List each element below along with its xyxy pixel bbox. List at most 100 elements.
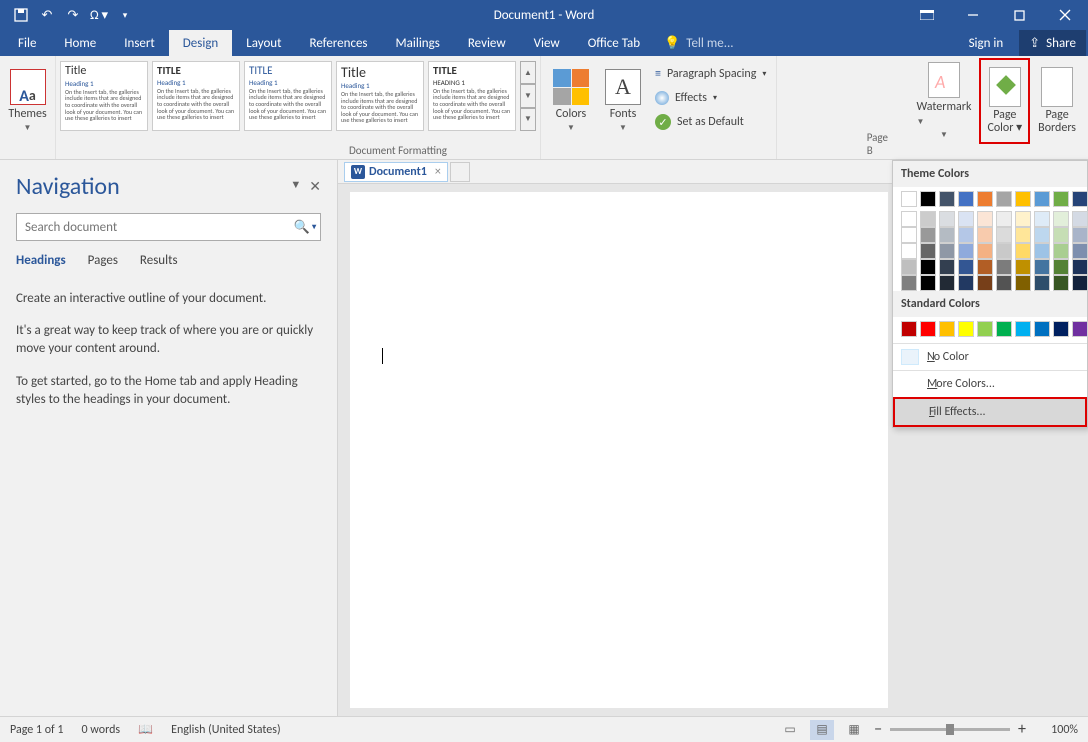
color-swatch[interactable]: [996, 211, 1012, 227]
tab-file[interactable]: File: [4, 30, 50, 56]
color-swatch[interactable]: [1053, 275, 1069, 291]
zoom-in-icon[interactable]: +: [1018, 720, 1026, 739]
color-swatch[interactable]: [901, 321, 917, 337]
themes-button[interactable]: Aa Themes ▼: [0, 58, 54, 144]
color-swatch[interactable]: [1015, 321, 1031, 337]
status-language[interactable]: English (United States): [171, 723, 281, 737]
style-set-item[interactable]: TitleHeading 1On the Insert tab, the gal…: [336, 61, 424, 131]
color-swatch[interactable]: [1053, 211, 1069, 227]
color-swatch[interactable]: [920, 259, 936, 275]
set-as-default-button[interactable]: ✓Set as Default: [649, 110, 772, 134]
color-swatch[interactable]: [901, 227, 917, 243]
color-swatch[interactable]: [996, 321, 1012, 337]
gallery-expand[interactable]: ▼: [520, 108, 536, 131]
color-swatch[interactable]: [1034, 211, 1050, 227]
color-swatch[interactable]: [977, 211, 993, 227]
color-swatch[interactable]: [1034, 243, 1050, 259]
color-swatch[interactable]: [958, 211, 974, 227]
watermark-button[interactable]: A Watermark▼▼: [909, 58, 980, 144]
search-input[interactable]: [17, 214, 290, 240]
tab-design[interactable]: Design: [169, 30, 232, 56]
zoom-slider[interactable]: [890, 728, 1010, 731]
color-swatch[interactable]: [958, 243, 974, 259]
maximize-icon[interactable]: [996, 0, 1042, 30]
color-swatch[interactable]: [1034, 191, 1050, 207]
color-swatch[interactable]: [1072, 227, 1088, 243]
color-swatch[interactable]: [939, 259, 955, 275]
color-swatch[interactable]: [996, 275, 1012, 291]
style-set-gallery[interactable]: TitleHeading 1On the Insert tab, the gal…: [60, 58, 536, 131]
tab-view[interactable]: View: [520, 30, 574, 56]
color-swatch[interactable]: [1015, 243, 1031, 259]
save-icon[interactable]: [8, 2, 34, 28]
share-button[interactable]: ⇪ Share: [1019, 30, 1086, 56]
color-swatch[interactable]: [977, 227, 993, 243]
fonts-button[interactable]: A Fonts▼: [597, 58, 649, 144]
color-swatch[interactable]: [977, 321, 993, 337]
color-swatch[interactable]: [920, 243, 936, 259]
color-swatch[interactable]: [920, 227, 936, 243]
color-swatch[interactable]: [920, 211, 936, 227]
style-set-item[interactable]: TITLEHeading 1On the Insert tab, the gal…: [152, 61, 240, 131]
redo-icon[interactable]: ↷: [60, 2, 86, 28]
style-set-item[interactable]: TITLEHeading 1On the Insert tab, the gal…: [244, 61, 332, 131]
color-swatch[interactable]: [1072, 243, 1088, 259]
tab-references[interactable]: References: [296, 30, 382, 56]
color-swatch[interactable]: [901, 191, 917, 207]
style-set-item[interactable]: TitleHeading 1On the Insert tab, the gal…: [60, 61, 148, 131]
zoom-level[interactable]: 100%: [1034, 723, 1078, 737]
nav-tab-results[interactable]: Results: [140, 253, 178, 268]
color-swatch[interactable]: [996, 191, 1012, 207]
color-swatch[interactable]: [996, 259, 1012, 275]
color-swatch[interactable]: [1072, 211, 1088, 227]
tab-insert[interactable]: Insert: [110, 30, 169, 56]
color-swatch[interactable]: [1015, 275, 1031, 291]
color-swatch[interactable]: [901, 211, 917, 227]
close-icon[interactable]: [1042, 0, 1088, 30]
color-swatch[interactable]: [958, 227, 974, 243]
web-layout-icon[interactable]: ▦: [842, 720, 866, 740]
status-page[interactable]: Page 1 of 1: [10, 723, 64, 737]
color-swatch[interactable]: [901, 275, 917, 291]
color-swatch[interactable]: [939, 227, 955, 243]
no-color-item[interactable]: No Color: [893, 343, 1087, 370]
color-swatch[interactable]: [939, 275, 955, 291]
color-swatch[interactable]: [939, 191, 955, 207]
effects-button[interactable]: Effects▾: [649, 86, 772, 110]
search-icon[interactable]: 🔍▾: [290, 214, 320, 240]
color-swatch[interactable]: [958, 259, 974, 275]
color-swatch[interactable]: [1015, 227, 1031, 243]
tab-review[interactable]: Review: [454, 30, 520, 56]
color-swatch[interactable]: [958, 321, 974, 337]
color-swatch[interactable]: [977, 191, 993, 207]
color-swatch[interactable]: [1053, 227, 1069, 243]
minimize-icon[interactable]: [950, 0, 996, 30]
color-swatch[interactable]: [1034, 227, 1050, 243]
color-swatch[interactable]: [977, 243, 993, 259]
document-tab[interactable]: W Document1 ×: [344, 162, 448, 182]
read-mode-icon[interactable]: ▭: [778, 720, 802, 740]
color-swatch[interactable]: [1072, 191, 1088, 207]
page-color-button[interactable]: PageColor ▾: [979, 58, 1030, 144]
tab-home[interactable]: Home: [50, 30, 110, 56]
gallery-scroll-up[interactable]: ▲: [520, 61, 536, 84]
color-swatch[interactable]: [920, 275, 936, 291]
color-swatch[interactable]: [1072, 275, 1088, 291]
omega-icon[interactable]: Ω ▾: [86, 2, 112, 28]
undo-icon[interactable]: ↶: [34, 2, 60, 28]
color-swatch[interactable]: [1053, 243, 1069, 259]
style-set-item[interactable]: TITLEHEADING 1On the Insert tab, the gal…: [428, 61, 516, 131]
print-layout-icon[interactable]: ▤: [810, 720, 834, 740]
tab-mailings[interactable]: Mailings: [382, 30, 454, 56]
nav-tab-headings[interactable]: Headings: [16, 253, 66, 268]
color-swatch[interactable]: [939, 243, 955, 259]
color-swatch[interactable]: [1034, 275, 1050, 291]
tell-me-search[interactable]: 💡 Tell me...: [654, 30, 743, 56]
color-swatch[interactable]: [920, 191, 936, 207]
color-swatch[interactable]: [996, 227, 1012, 243]
color-swatch[interactable]: [939, 211, 955, 227]
colors-button[interactable]: Colors▼: [545, 58, 597, 144]
qat-customize-icon[interactable]: ▾: [112, 2, 138, 28]
gallery-scroll-down[interactable]: ▼: [520, 84, 536, 107]
color-swatch[interactable]: [1015, 211, 1031, 227]
